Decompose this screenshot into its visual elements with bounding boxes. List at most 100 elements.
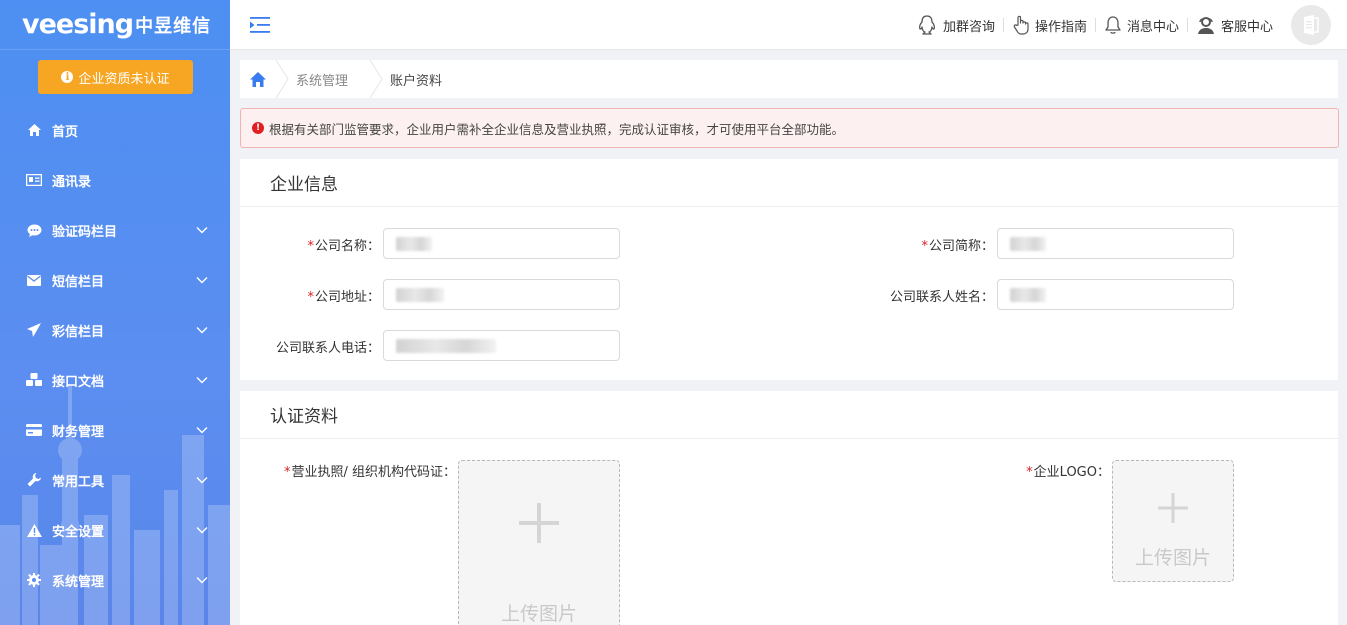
breadcrumb-separator (276, 60, 289, 98)
brand-logo[interactable]: veesing 中昱维信 (0, 0, 230, 50)
top-action-label: 客服中心 (1220, 19, 1273, 35)
company-short-name-input[interactable] (997, 228, 1234, 259)
envelope-icon (26, 272, 42, 288)
plus-icon (519, 503, 559, 543)
upload-label: 上传图片 (500, 603, 577, 625)
warning-icon (26, 522, 42, 538)
customer-service-link[interactable]: 客服中心 (1188, 15, 1281, 35)
business-license-upload[interactable]: 上传图片 (458, 460, 620, 625)
label-text: 公司联系人电话： (275, 341, 380, 356)
avatar[interactable] (1291, 5, 1331, 45)
sidebar-item-mms[interactable]: 彩信栏目 (0, 305, 230, 355)
info-icon: i (61, 71, 74, 83)
credit-card-icon (26, 422, 42, 438)
redacted-value (1010, 237, 1046, 251)
logo-text-en: veesing (22, 9, 134, 40)
home-icon (250, 71, 266, 87)
sidebar: veesing 中昱维信 i 企业资质未认证 首页 通讯录 验证码栏目 短信栏目… (0, 0, 230, 625)
top-action-label: 加群咨询 (942, 19, 995, 35)
label-text: 公司简称： (928, 239, 994, 254)
top-action-label: 操作指南 (1034, 19, 1087, 35)
sidebar-item-label: 短信栏目 (52, 274, 105, 290)
redacted-value (396, 237, 432, 251)
breadcrumb-item-system[interactable]: 系统管理 (276, 60, 370, 98)
label-text: 公司名称： (314, 239, 380, 254)
top-action-label: 消息中心 (1126, 19, 1179, 35)
business-license-label: *营业执照/ 组织机构代码证： (260, 461, 456, 480)
chevron-down-icon (196, 377, 208, 384)
sidebar-item-tools[interactable]: 常用工具 (0, 455, 230, 505)
join-group-consult-link[interactable]: 加群咨询 (908, 15, 1003, 35)
company-address-input[interactable] (383, 279, 620, 310)
bell-icon (1105, 16, 1121, 34)
menu-toggle-icon[interactable] (250, 16, 270, 34)
top-actions: 加群咨询 操作指南 消息中心 客服中心 (908, 0, 1331, 50)
required-asterisk: * (283, 465, 291, 480)
sidebar-nav: 首页 通讯录 验证码栏目 短信栏目 彩信栏目 接口文档 财务管理 常用工具 安全… (0, 105, 230, 605)
redacted-value (396, 339, 496, 353)
sidebar-item-finance[interactable]: 财务管理 (0, 405, 230, 455)
operation-guide-link[interactable]: 操作指南 (1004, 15, 1095, 35)
contact-name-label: 公司联系人姓名： (860, 286, 994, 305)
chevron-down-icon (196, 427, 208, 434)
breadcrumb-label: 系统管理 (296, 73, 349, 89)
breadcrumb-separator (370, 60, 383, 98)
certification-status-button[interactable]: i 企业资质未认证 (38, 60, 193, 94)
user-avatar-icon (1304, 15, 1319, 35)
certification-alert: ! 根据有关部门监管要求，企业用户需补全企业信息及营业执照，完成认证审核，才可使… (240, 108, 1339, 148)
chat-bubble-icon (26, 222, 42, 238)
sidebar-item-label: 安全设置 (52, 524, 105, 540)
company-logo-upload[interactable]: 上传图片 (1112, 460, 1234, 582)
sidebar-item-label: 首页 (52, 124, 79, 140)
contact-name-input[interactable] (997, 279, 1234, 310)
company-name-input[interactable] (383, 228, 620, 259)
wrench-icon (26, 472, 42, 488)
company-name-label: *公司名称： (302, 235, 380, 254)
breadcrumb-label: 账户资料 (390, 73, 443, 89)
sidebar-item-system[interactable]: 系统管理 (0, 555, 230, 605)
sidebar-item-label: 常用工具 (52, 474, 105, 490)
sidebar-item-label: 接口文档 (52, 374, 105, 390)
company-short-name-label: *公司简称： (912, 235, 994, 254)
cubes-icon (26, 372, 42, 388)
message-center-link[interactable]: 消息中心 (1096, 15, 1187, 35)
required-asterisk: * (921, 239, 928, 254)
sidebar-item-label: 通讯录 (52, 174, 92, 190)
company-info-panel: 企业信息 *公司名称： *公司简称： *公司地址： 公司联系人姓名： 公司联系人… (240, 159, 1338, 380)
sidebar-item-security[interactable]: 安全设置 (0, 505, 230, 555)
chevron-down-icon (196, 527, 208, 534)
breadcrumb-home[interactable] (240, 60, 276, 98)
breadcrumb: 系统管理 账户资料 (240, 60, 1338, 98)
sidebar-item-verification-code[interactable]: 验证码栏目 (0, 205, 230, 255)
required-asterisk: * (307, 290, 314, 305)
upload-label: 上传图片 (1134, 547, 1211, 569)
chevron-down-icon (196, 277, 208, 284)
panel-title: 认证资料 (240, 391, 1338, 439)
required-asterisk: * (1026, 465, 1033, 480)
gear-icon (26, 572, 42, 588)
sidebar-item-contacts[interactable]: 通讯录 (0, 155, 230, 205)
label-text: 公司联系人姓名： (889, 290, 994, 305)
sidebar-item-label: 系统管理 (52, 574, 105, 590)
chevron-down-icon (196, 577, 208, 584)
label-text: 企业LOGO： (1033, 465, 1110, 480)
qq-penguin-icon (918, 15, 935, 35)
sidebar-item-api-docs[interactable]: 接口文档 (0, 355, 230, 405)
paper-plane-icon (26, 322, 42, 338)
label-text: 营业执照/ 组织机构代码证： (291, 465, 456, 480)
contact-phone-input[interactable] (383, 330, 620, 361)
chevron-down-icon (196, 477, 208, 484)
chevron-down-icon (196, 327, 208, 334)
certification-panel: 认证资料 *营业执照/ 组织机构代码证： 上传图片 *企业LOGO： 上传图片 (240, 391, 1338, 625)
exclamation-icon: ! (252, 122, 264, 134)
company-address-label: *公司地址： (302, 286, 380, 305)
breadcrumb-item-account: 账户资料 (370, 60, 464, 98)
sidebar-item-sms[interactable]: 短信栏目 (0, 255, 230, 305)
plus-icon (1158, 493, 1188, 523)
sidebar-item-label: 验证码栏目 (52, 224, 118, 240)
hand-pointer-icon (1013, 15, 1029, 35)
required-asterisk: * (307, 239, 314, 254)
contact-phone-label: 公司联系人电话： (250, 337, 380, 356)
logo-text-cn: 中昱维信 (135, 15, 212, 37)
sidebar-item-home[interactable]: 首页 (0, 105, 230, 155)
